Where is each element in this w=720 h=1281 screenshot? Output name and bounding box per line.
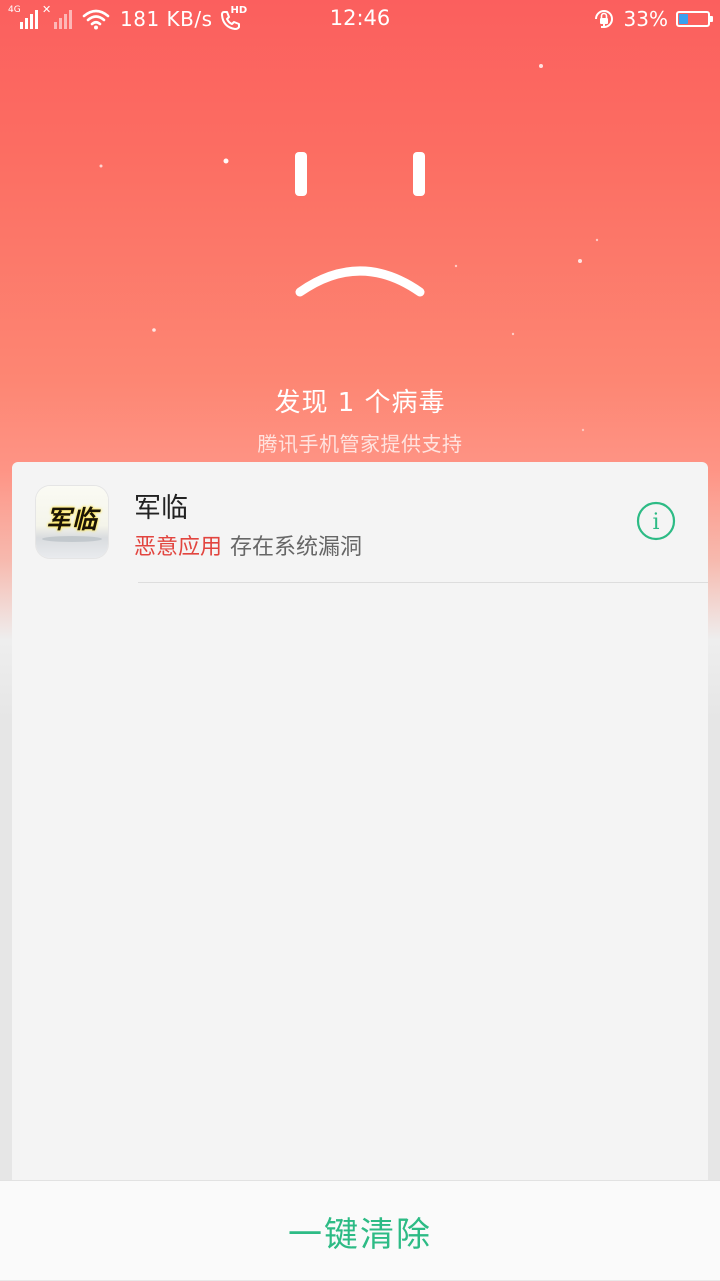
scan-result-subtitle: 腾讯手机管家提供支持: [257, 432, 463, 456]
threat-detail: 存在系统漏洞: [230, 535, 363, 560]
threat-list-item[interactable]: 军临 军临 恶意应用 存在系统漏洞 i: [12, 462, 708, 582]
sad-face-left-eye: [295, 152, 307, 196]
risk-label: 恶意应用: [134, 535, 223, 560]
app-name: 军临: [134, 493, 188, 524]
app-icon: 军临: [36, 486, 108, 558]
app-threat-description: 恶意应用 存在系统漏洞: [134, 529, 362, 561]
svg-text:i: i: [652, 510, 659, 535]
one-click-clean-button[interactable]: 一键清除: [0, 1181, 720, 1281]
info-icon[interactable]: i: [636, 501, 676, 541]
sad-face-right-eye: [413, 152, 425, 196]
bottom-action-bar: 一键清除: [0, 1180, 720, 1280]
scan-result-title: 发现 1 个病毒: [274, 388, 446, 418]
threat-list-card: 军临 军临 恶意应用 存在系统漏洞 i: [12, 462, 708, 1242]
list-divider: [138, 582, 708, 583]
sad-face-mouth: [295, 266, 425, 297]
